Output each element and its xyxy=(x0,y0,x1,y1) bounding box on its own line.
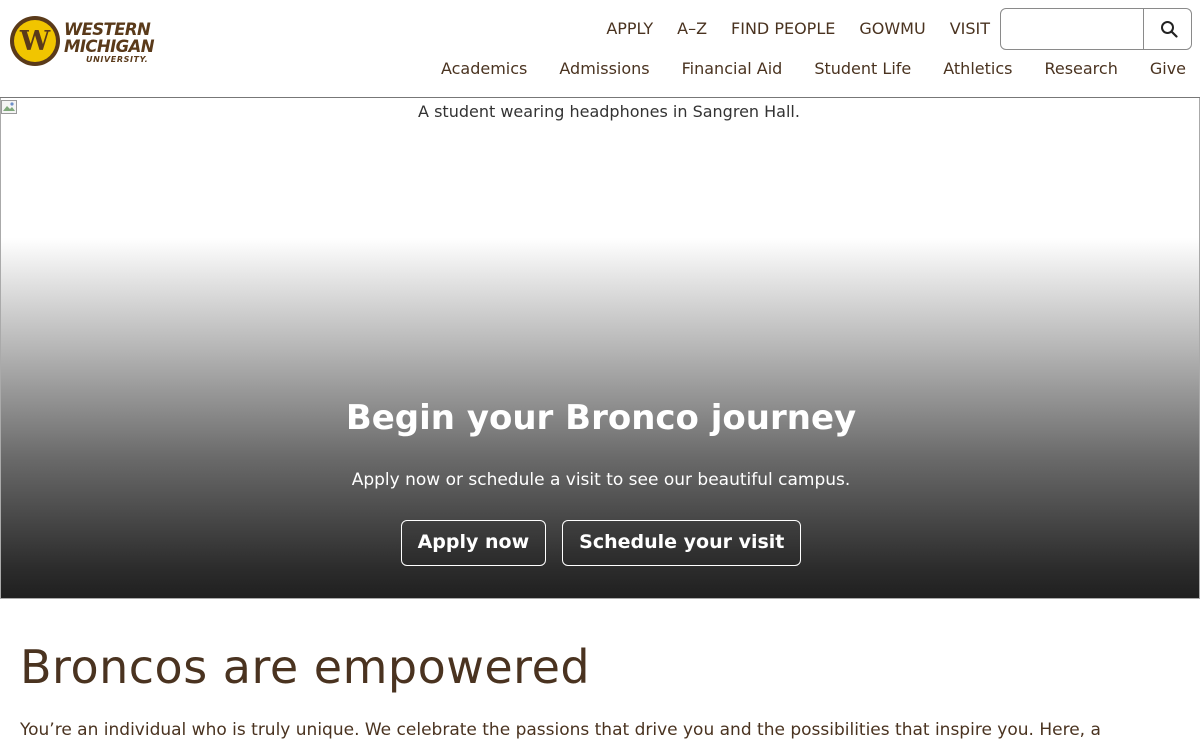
nav-athletics[interactable]: Athletics xyxy=(943,58,1012,80)
hero-buttons: Apply now Schedule your visit xyxy=(1,520,1199,566)
nav-research[interactable]: Research xyxy=(1044,58,1117,80)
wmu-logo[interactable]: W WESTERN MICHIGAN UNIVERSITY. xyxy=(10,16,170,68)
utility-nav: APPLY A–Z FIND PEOPLE GOWMU VISIT xyxy=(582,18,990,40)
hero-subtitle: Apply now or schedule a visit to see our… xyxy=(351,470,851,490)
nav-academics[interactable]: Academics xyxy=(441,58,527,80)
hero-banner: A student wearing headphones in Sangren … xyxy=(0,98,1200,599)
util-link-find-people[interactable]: FIND PEOPLE xyxy=(731,18,835,40)
util-link-gowmu[interactable]: GOWMU xyxy=(859,18,925,40)
util-link-visit[interactable]: VISIT xyxy=(950,18,990,40)
search-input[interactable] xyxy=(1001,9,1143,49)
search-box xyxy=(1000,8,1192,50)
section-intro-text: You’re an individual who is truly unique… xyxy=(20,720,1101,740)
logo-line-western: WESTERN xyxy=(64,20,151,39)
logo-line-university: UNIVERSITY. xyxy=(86,55,149,64)
nav-financial-aid[interactable]: Financial Aid xyxy=(682,58,783,80)
nav-student-life[interactable]: Student Life xyxy=(814,58,911,80)
site-header: W WESTERN MICHIGAN UNIVERSITY. APPLY A–Z… xyxy=(0,0,1200,98)
apply-now-button[interactable]: Apply now xyxy=(400,520,547,566)
main-nav: Academics Admissions Financial Aid Stude… xyxy=(409,58,1186,80)
hero-title: Begin your Bronco journey xyxy=(345,398,857,438)
schedule-visit-button[interactable]: Schedule your visit xyxy=(562,520,802,566)
logo-line-michigan: MICHIGAN xyxy=(64,37,155,56)
search-button[interactable] xyxy=(1143,9,1191,49)
logo-wordmark: WESTERN MICHIGAN UNIVERSITY. xyxy=(64,20,155,64)
search-icon xyxy=(1161,21,1178,38)
nav-admissions[interactable]: Admissions xyxy=(559,58,649,80)
logo-seal-inner: W xyxy=(14,20,56,62)
util-link-apply[interactable]: APPLY xyxy=(606,18,653,40)
nav-give[interactable]: Give xyxy=(1150,58,1186,80)
hero-image-alt-text: A student wearing headphones in Sangren … xyxy=(418,102,800,121)
section-title: Broncos are empowered xyxy=(20,640,591,694)
logo-seal: W xyxy=(10,16,60,66)
util-link-a-z[interactable]: A–Z xyxy=(677,18,707,40)
logo-seal-letter: W xyxy=(19,26,51,57)
